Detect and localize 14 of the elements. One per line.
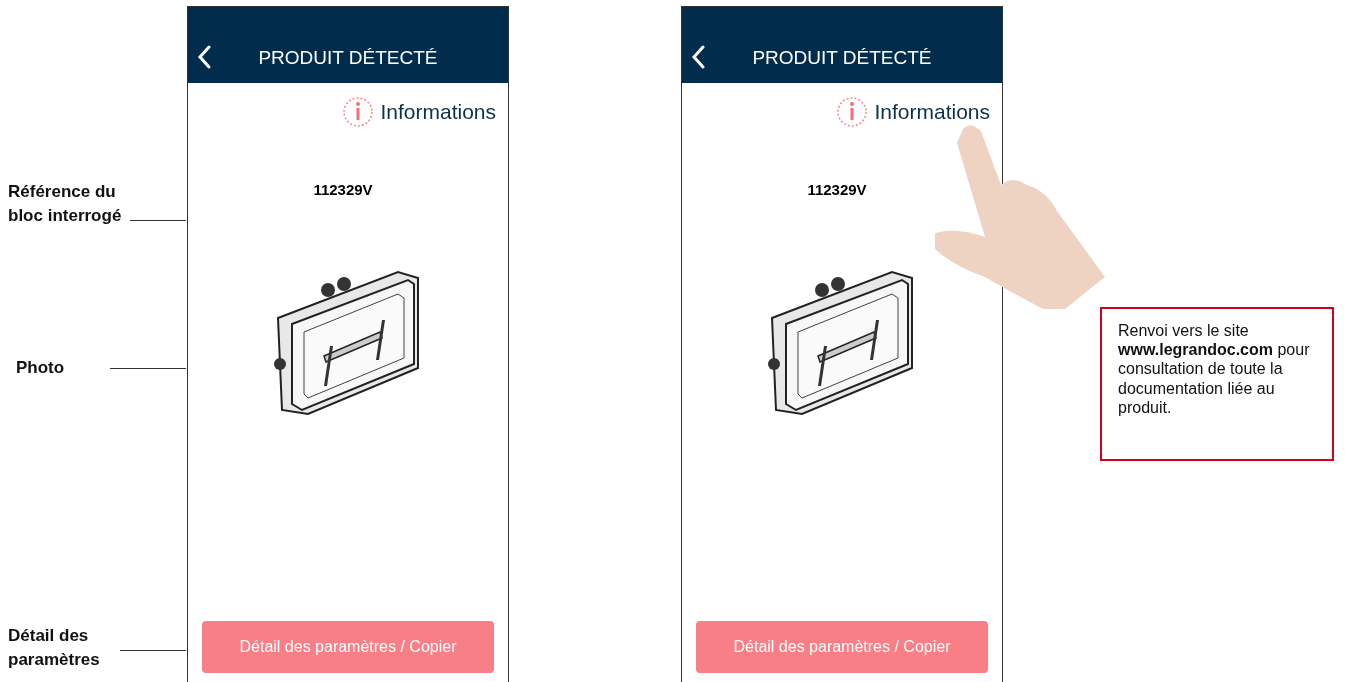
back-icon[interactable] — [197, 45, 211, 69]
informations-link[interactable]: Informations — [874, 100, 990, 124]
screen-title: PRODUIT DÉTECTÉ — [258, 47, 438, 69]
callout-note: Renvoi vers le site www.legrandoc.com pour consultation de toute la documentation liée au produit. — [1100, 307, 1334, 461]
annotation-label: Détail des paramètres — [8, 625, 101, 671]
info-icon[interactable] — [342, 95, 375, 129]
product-reference: 112329V — [312, 181, 374, 198]
informations-link[interactable]: Informations — [380, 100, 496, 124]
annotation-label: Photo — [16, 357, 65, 379]
back-icon[interactable] — [691, 45, 705, 69]
screen-title: PRODUIT DÉTECTÉ — [752, 47, 932, 69]
annotation-label: Référence du bloc interrogé — [8, 181, 123, 227]
product-reference: 112329V — [806, 181, 868, 198]
info-icon[interactable] — [836, 95, 869, 129]
